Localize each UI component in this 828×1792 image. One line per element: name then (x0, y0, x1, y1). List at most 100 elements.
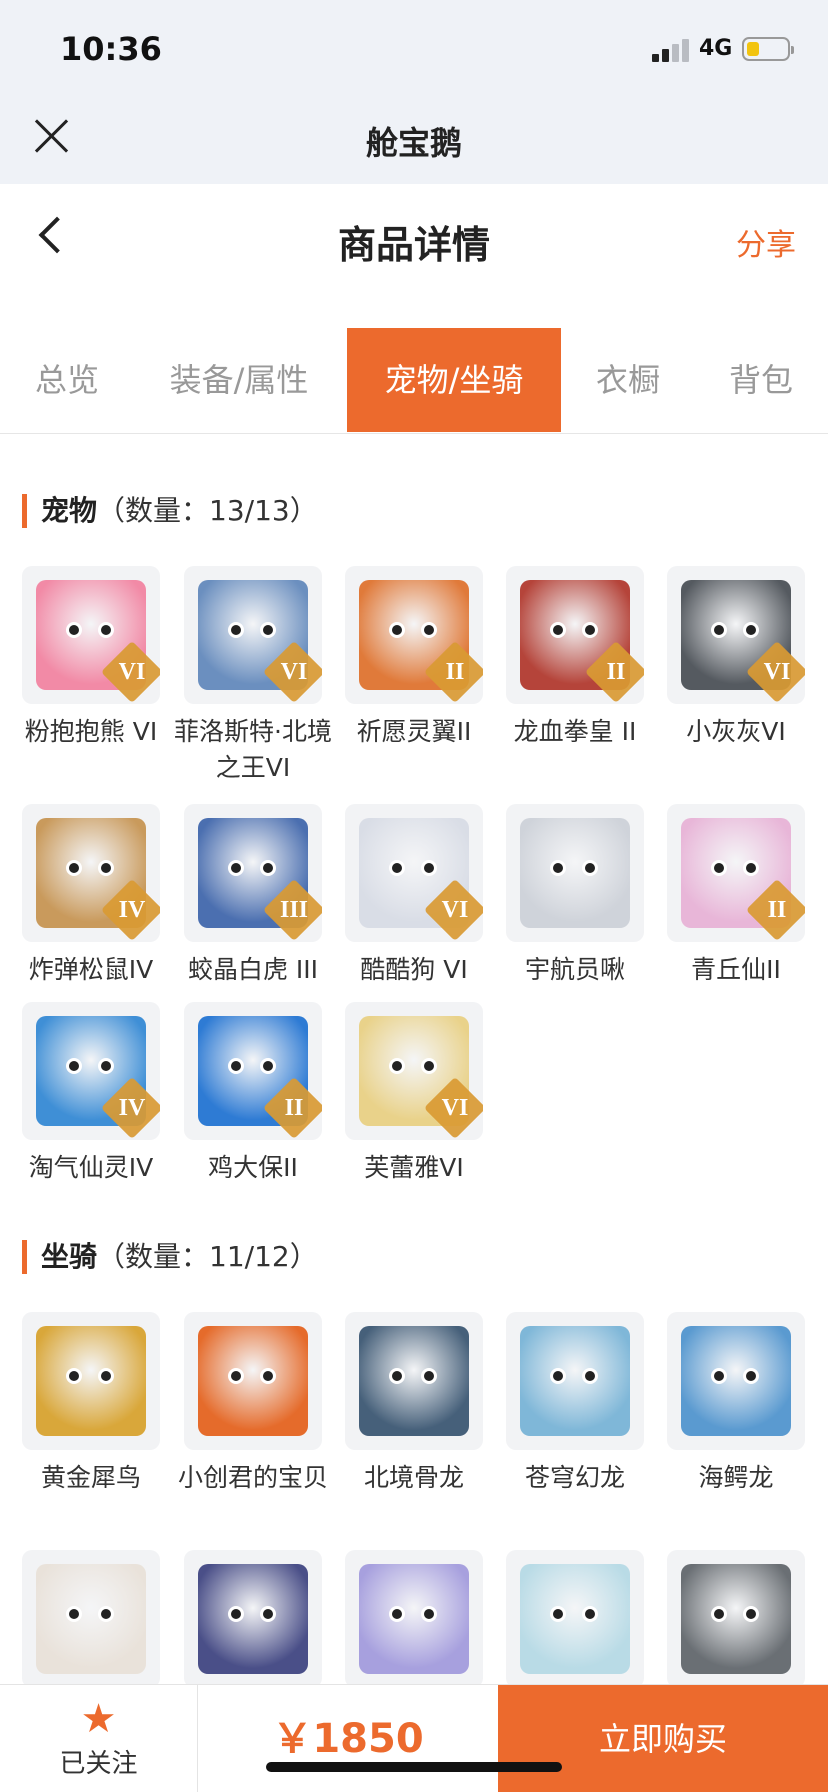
page: 10:36 4G 舱宝鹅 商品详情 分享 总览 装备/属性 宠物/坐骑 衣橱 背… (0, 0, 828, 1792)
pet-thumbnail: II (345, 566, 483, 704)
eye-icon (66, 1606, 82, 1622)
mount-image (359, 1326, 469, 1436)
pet-item[interactable]: II 鸡大保II (172, 1002, 334, 1186)
eye-icon (389, 1368, 405, 1384)
pet-item[interactable]: VI 菲洛斯特·北境之王VI (172, 566, 334, 786)
eye-icon (260, 1606, 276, 1622)
pet-thumbnail: IV (22, 1002, 160, 1140)
rank-label: VI (763, 659, 791, 685)
mount-item[interactable] (655, 1550, 817, 1698)
mount-item[interactable]: 海鳄龙 (655, 1312, 817, 1496)
follow-button[interactable]: ★ 已关注 (0, 1685, 198, 1792)
pet-item[interactable]: VI 粉抱抱熊 VI (10, 566, 172, 750)
eye-icon (743, 1368, 759, 1384)
pets-title: 宠物 (41, 494, 98, 527)
rank-label: II (767, 897, 787, 923)
rank-label: IV (118, 1095, 146, 1121)
eye-icon (228, 1606, 244, 1622)
pet-thumbnail: VI (667, 566, 805, 704)
pet-name: 菲洛斯特·北境之王VI (174, 717, 332, 782)
eye-icon (98, 860, 114, 876)
eye-icon (228, 622, 244, 638)
status-time: 10:36 (60, 30, 162, 68)
pet-name: 小灰灰VI (686, 717, 786, 746)
buy-now-button[interactable]: 立即购买 (498, 1685, 828, 1792)
pet-item[interactable]: VI 芙蕾雅VI (333, 1002, 495, 1186)
mount-item[interactable] (10, 1550, 172, 1698)
pet-thumbnail: IV (22, 804, 160, 942)
pet-name: 酷酷狗 VI (360, 955, 468, 984)
mount-name: 小创君的宝贝 (177, 1463, 328, 1492)
pet-thumbnail: VI (22, 566, 160, 704)
eye-icon (711, 1368, 727, 1384)
eye-icon (550, 1368, 566, 1384)
tab-overview[interactable]: 总览 (0, 328, 134, 432)
rank-label: II (606, 659, 626, 685)
pet-thumbnail: II (184, 1002, 322, 1140)
eye-icon (98, 1368, 114, 1384)
mount-thumbnail (345, 1550, 483, 1688)
pet-item[interactable]: IV 炸弹松鼠IV (10, 804, 172, 988)
pets-section-title: 宠物（数量：13/13） (22, 494, 318, 528)
mount-thumbnail (667, 1312, 805, 1450)
eye-icon (582, 860, 598, 876)
pet-item[interactable]: II 龙血拳皇 II (494, 566, 656, 750)
signal-icon (652, 38, 692, 62)
eye-icon (228, 860, 244, 876)
mount-item[interactable]: 黄金犀鸟 (10, 1312, 172, 1496)
share-button[interactable]: 分享 (736, 220, 796, 264)
tab-equipment[interactable]: 装备/属性 (146, 328, 332, 432)
rank-label: VI (280, 659, 308, 685)
pet-thumbnail: VI (345, 1002, 483, 1140)
battery-icon (742, 37, 794, 61)
tab-wardrobe[interactable]: 衣橱 (574, 328, 682, 432)
mount-item[interactable]: 北境骨龙 (333, 1312, 495, 1496)
mount-item[interactable] (333, 1550, 495, 1698)
pet-image (520, 818, 630, 928)
rank-label: II (445, 659, 465, 685)
mounts-title: 坐骑 (41, 1240, 98, 1273)
mount-thumbnail (345, 1312, 483, 1450)
pet-item[interactable]: 宇航员啾 (494, 804, 656, 988)
eye-icon (389, 1606, 405, 1622)
mount-name: 苍穹幻龙 (524, 1463, 625, 1492)
tab-bar: 总览 装备/属性 宠物/坐骑 衣橱 背包 (0, 328, 828, 434)
mount-name: 黄金犀鸟 (40, 1463, 141, 1492)
pet-name: 淘气仙灵IV (28, 1153, 154, 1182)
pet-item[interactable]: IV 淘气仙灵IV (10, 1002, 172, 1186)
eye-icon (228, 1058, 244, 1074)
tab-backpack[interactable]: 背包 (706, 328, 816, 432)
mount-image (681, 1564, 791, 1674)
app-title: 舱宝鹅 (365, 124, 462, 162)
eye-icon (260, 860, 276, 876)
pet-item[interactable]: II 祈愿灵翼II (333, 566, 495, 750)
mount-item[interactable] (172, 1550, 334, 1698)
eye-icon (711, 1606, 727, 1622)
eye-icon (711, 622, 727, 638)
eye-icon (228, 1368, 244, 1384)
pet-item[interactable]: VI 酷酷狗 VI (333, 804, 495, 988)
pet-item[interactable]: II 青丘仙II (655, 804, 817, 988)
mounts-count: （数量：11/12） (97, 1240, 318, 1273)
pet-name: 龙血拳皇 II (513, 717, 637, 746)
eye-icon (66, 622, 82, 638)
tab-pets-mounts[interactable]: 宠物/坐骑 (347, 328, 561, 432)
eye-icon (711, 860, 727, 876)
mount-item[interactable]: 小创君的宝贝 (172, 1312, 334, 1496)
pet-thumbnail: III (184, 804, 322, 942)
mount-item[interactable] (494, 1550, 656, 1698)
pet-item[interactable]: VI 小灰灰VI (655, 566, 817, 750)
mount-item[interactable]: 苍穹幻龙 (494, 1312, 656, 1496)
pet-thumbnail: VI (184, 566, 322, 704)
mount-thumbnail (22, 1312, 160, 1450)
mount-thumbnail (184, 1312, 322, 1450)
eye-icon (421, 1606, 437, 1622)
mount-thumbnail (22, 1550, 160, 1688)
pet-item[interactable]: III 蛟晶白虎 III (172, 804, 334, 988)
eye-icon (550, 860, 566, 876)
eye-icon (260, 1368, 276, 1384)
mount-image (198, 1564, 308, 1674)
mount-image (359, 1564, 469, 1674)
eye-icon (421, 622, 437, 638)
eye-icon (582, 1368, 598, 1384)
